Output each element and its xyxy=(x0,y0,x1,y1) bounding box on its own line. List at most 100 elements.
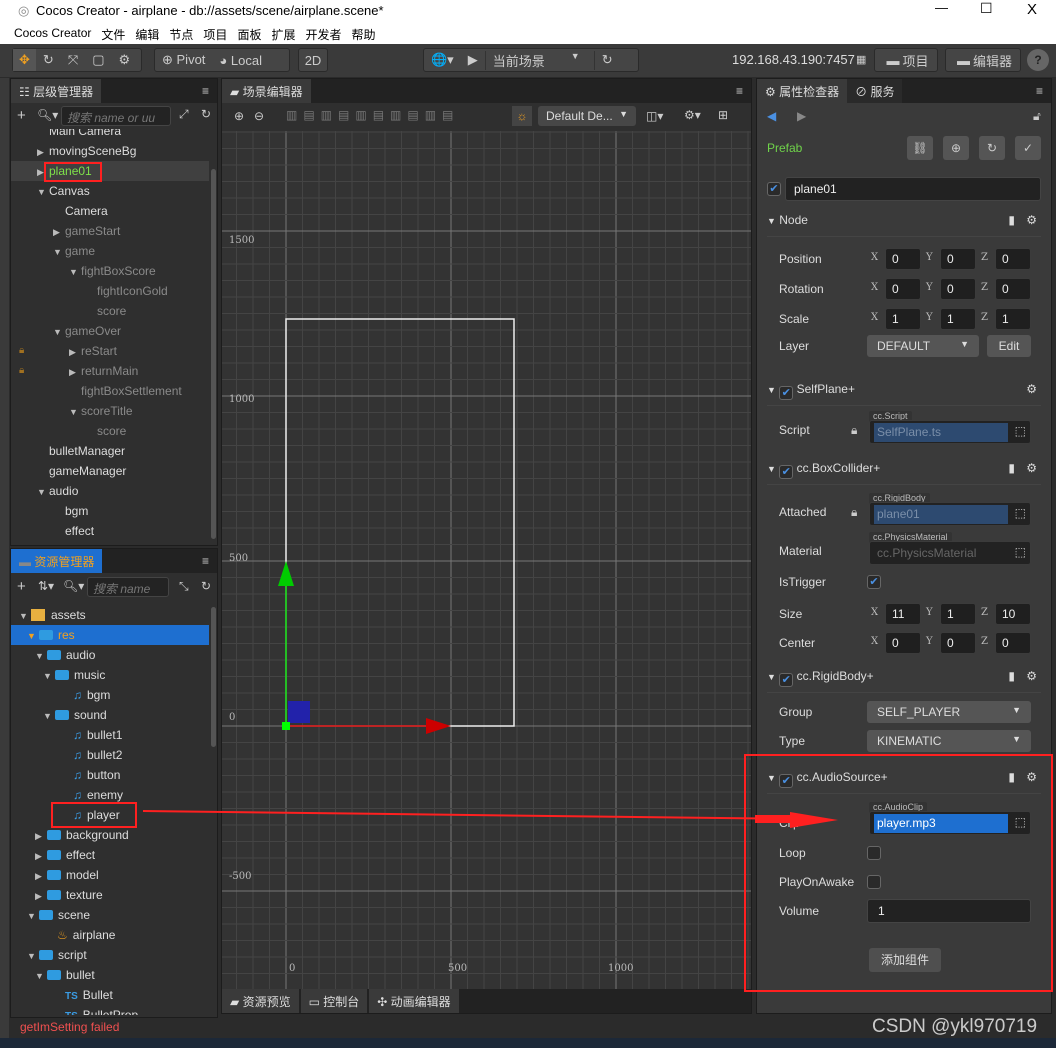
tree-node[interactable]: Camera xyxy=(11,201,209,221)
selfplane-section-header[interactable]: ▼ ✔ SelfPlane+ ⚙ xyxy=(767,382,1041,406)
expand-arrow-icon[interactable]: ▼ xyxy=(19,606,31,626)
back-icon[interactable]: ◀ xyxy=(767,109,776,123)
tab-asset-preview[interactable]: ▰ 资源预览 xyxy=(222,989,299,1013)
prefab-unlink-button[interactable]: ⛓ xyxy=(907,136,933,160)
expand-arrow-icon[interactable]: ▶ xyxy=(69,342,81,362)
lock-icon[interactable]: 🔒︎ xyxy=(19,361,24,381)
sort-icon[interactable]: ⇅▾ xyxy=(38,579,54,593)
vector-z-input[interactable]: 0 xyxy=(995,278,1031,300)
tree-node[interactable]: ▼ scoreTitle xyxy=(11,401,209,421)
expand-arrow-icon[interactable]: ▶ xyxy=(37,142,49,162)
editor-button[interactable]: ▬ 编辑器 xyxy=(945,48,1021,72)
tree-node[interactable]: ▶ plane01 xyxy=(11,161,209,181)
prefab-revert-button[interactable]: ↻ xyxy=(979,136,1005,160)
material-field[interactable]: cc.PhysicsMaterial ⬚ xyxy=(869,541,1031,565)
menu-developer[interactable]: 开发者 xyxy=(305,26,341,42)
rigidbody-section-header[interactable]: ▼ ✔ cc.RigidBody+ ▮ ⚙ xyxy=(767,669,1041,693)
asset-item[interactable]: ▼ scene xyxy=(11,905,209,925)
pick-icon[interactable]: ⬚ xyxy=(1015,545,1026,559)
vector-y-input[interactable]: 0 xyxy=(940,632,976,654)
gear-icon[interactable]: ⚙ xyxy=(1026,461,1037,475)
node-name-input[interactable]: plane01 xyxy=(785,177,1041,201)
lock-icon[interactable]: 🔓︎ xyxy=(1033,109,1041,124)
search-type-icon[interactable]: 🔍︎▾ xyxy=(63,579,84,593)
menu-panel[interactable]: 面板 xyxy=(237,26,261,42)
expand-arrow-icon[interactable]: ▼ xyxy=(37,182,49,202)
vector-y-input[interactable]: 0 xyxy=(940,278,976,300)
asset-item[interactable]: ♫ button xyxy=(11,765,209,785)
expand-arrow-icon[interactable]: ▼ xyxy=(69,262,81,282)
vector-z-input[interactable]: 10 xyxy=(995,603,1031,625)
zoom-in-icon[interactable]: ⊕ xyxy=(234,109,244,123)
tab-hierarchy[interactable]: ☷ 层级管理器 xyxy=(11,79,102,103)
gear-icon[interactable]: ⚙ xyxy=(1026,669,1037,683)
maximize-button[interactable]: ☐ xyxy=(980,0,993,17)
tree-node[interactable]: fightBoxSettlement xyxy=(11,381,209,401)
vector-z-input[interactable]: 0 xyxy=(995,248,1031,270)
scene-select[interactable]: 当前场景 ▼ xyxy=(484,50,595,70)
pick-icon[interactable]: ⬚ xyxy=(1015,506,1026,520)
expand-arrow-icon[interactable]: ▶ xyxy=(35,866,47,886)
asset-item[interactable]: ▼ audio xyxy=(11,645,209,665)
vector-x-input[interactable]: 0 xyxy=(885,278,921,300)
expand-arrow-icon[interactable]: ▼ xyxy=(35,646,47,666)
move-tool-icon[interactable]: ✥ xyxy=(13,49,36,71)
expand-arrow-icon[interactable]: ▼ xyxy=(53,322,65,342)
tab-assets[interactable]: ▬ 资源管理器 xyxy=(11,549,103,573)
tree-node[interactable]: ▶ gameStart xyxy=(11,221,209,241)
tree-node[interactable]: ▼ Canvas xyxy=(11,181,209,201)
menu-extension[interactable]: 扩展 xyxy=(271,26,295,42)
local-button[interactable]: ◕ Local xyxy=(212,53,269,68)
vector-y-input[interactable]: 0 xyxy=(940,248,976,270)
pivot-button[interactable]: ⊕ Pivot xyxy=(155,52,212,68)
tab-console[interactable]: ▭ 控制台 xyxy=(300,989,368,1013)
istrigger-checkbox[interactable]: ✔ xyxy=(867,575,881,589)
layout-icon[interactable]: ⊞ xyxy=(718,108,728,122)
tab-services[interactable]: ⊘ 服务 xyxy=(847,79,903,103)
refresh-icon[interactable]: ↻ xyxy=(201,107,211,121)
add-icon[interactable]: + xyxy=(17,578,26,595)
docs-icon[interactable]: ▮ xyxy=(1008,461,1015,475)
tree-node[interactable]: Main Camera xyxy=(11,129,209,141)
type-select[interactable]: KINEMATIC ▼ xyxy=(867,730,1031,752)
expand-arrow-icon[interactable]: ▶ xyxy=(35,846,47,866)
group-select[interactable]: SELF_PLAYER ▼ xyxy=(867,701,1031,723)
asset-item[interactable]: TS Bullet xyxy=(11,985,209,1005)
expand-arrow-icon[interactable]: ▼ xyxy=(27,626,39,646)
menu-cocos[interactable]: Cocos Creator xyxy=(14,26,91,40)
camera-icon[interactable]: ◫▾ xyxy=(646,109,663,123)
pick-icon[interactable]: ⬚ xyxy=(1015,424,1026,438)
expand-arrow-icon[interactable]: ▼ xyxy=(43,666,55,686)
qr-icon[interactable]: ▦ xyxy=(856,53,866,66)
scene-viewport[interactable] xyxy=(222,131,751,989)
assets-search-input[interactable]: 搜索 name xyxy=(87,577,169,597)
expand-arrow-icon[interactable]: ▶ xyxy=(35,826,47,846)
asset-item[interactable]: ♫ bullet1 xyxy=(11,725,209,745)
expand-arrow-icon[interactable]: ▼ xyxy=(69,402,81,422)
asset-item[interactable]: ♫ bullet2 xyxy=(11,745,209,765)
expand-arrow-icon[interactable]: ▼ xyxy=(35,966,47,986)
asset-item[interactable]: ♫ bgm xyxy=(11,685,209,705)
hierarchy-scrollbar[interactable] xyxy=(211,169,216,539)
tree-node[interactable]: ▼ fightBoxScore xyxy=(11,261,209,281)
tree-node[interactable]: fightIconGold xyxy=(11,281,209,301)
refresh-icon[interactable]: ↻ xyxy=(595,52,620,68)
expand-arrow-icon[interactable]: ▼ xyxy=(37,482,49,502)
refresh-icon[interactable]: ↻ xyxy=(201,579,211,593)
layer-select[interactable]: DEFAULT ▼ xyxy=(867,335,979,357)
vector-z-input[interactable]: 1 xyxy=(995,308,1031,330)
script-field[interactable]: SelfPlane.ts ⬚ xyxy=(869,420,1031,444)
vector-x-input[interactable]: 11 xyxy=(885,603,921,625)
tree-node[interactable]: effect xyxy=(11,521,209,541)
expand-arrow-icon[interactable]: ▶ xyxy=(35,886,47,906)
expand-arrow-icon[interactable]: ▼ xyxy=(27,906,39,926)
collapse-icon[interactable]: ⤡ xyxy=(179,579,189,594)
docs-icon[interactable]: ▮ xyxy=(1008,213,1015,227)
vector-x-input[interactable]: 1 xyxy=(885,308,921,330)
menu-node[interactable]: 节点 xyxy=(169,26,193,42)
gear-tool-icon[interactable]: ⚙ xyxy=(112,52,138,68)
menu-help[interactable]: 帮助 xyxy=(351,26,375,42)
asset-item[interactable]: ▶ background xyxy=(11,825,209,845)
menu-icon[interactable]: ≡ xyxy=(1036,84,1051,98)
tree-node[interactable]: bgm xyxy=(11,501,209,521)
